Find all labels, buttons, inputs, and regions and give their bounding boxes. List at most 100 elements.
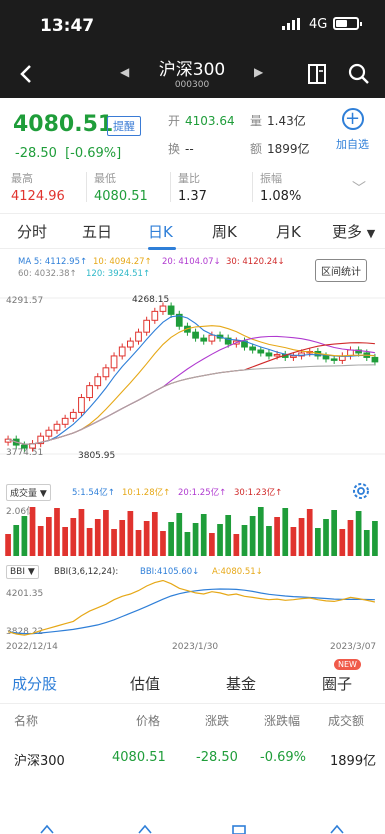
tab-funds[interactable]: 基金 bbox=[226, 673, 256, 694]
new-badge: NEW bbox=[334, 659, 361, 670]
volume-bar bbox=[119, 520, 126, 556]
tab-weekly-k[interactable]: 周K bbox=[212, 221, 237, 242]
clock: 13:47 bbox=[40, 16, 95, 36]
volume-bar bbox=[45, 517, 52, 556]
volume-bar bbox=[298, 518, 305, 556]
ma30-label: 30: 4120.24↓ bbox=[226, 257, 285, 267]
range-stats-button[interactable]: 区间统计 bbox=[315, 259, 367, 282]
col-name[interactable]: 名称 bbox=[14, 712, 38, 729]
ma30-line bbox=[7, 342, 375, 445]
market-icon[interactable] bbox=[138, 824, 152, 834]
candle bbox=[45, 429, 53, 437]
volume-selector[interactable]: 成交量 ▼ bbox=[6, 484, 51, 501]
volume-bar bbox=[37, 526, 44, 556]
volume-bar bbox=[86, 528, 93, 556]
col-price[interactable]: 价格 bbox=[136, 712, 160, 729]
vol10-label: 10:1.28亿↑ bbox=[122, 488, 171, 498]
volume-bar bbox=[306, 509, 313, 556]
volume-bar bbox=[363, 530, 370, 556]
volume-bar bbox=[257, 507, 264, 556]
bbi-selector[interactable]: BBI ▼ bbox=[6, 565, 39, 579]
plus-icon: + bbox=[341, 108, 364, 130]
volume-bar bbox=[29, 507, 36, 556]
col-amount[interactable]: 成交额 bbox=[328, 712, 364, 729]
volume-bar bbox=[347, 520, 354, 556]
candle bbox=[192, 331, 199, 339]
bbi-value: BBI:4105.60↓ bbox=[140, 567, 200, 577]
next-stock-icon[interactable]: ▶ bbox=[254, 65, 263, 79]
home-icon[interactable] bbox=[40, 824, 54, 834]
share-icon[interactable] bbox=[330, 824, 344, 834]
candle bbox=[69, 411, 77, 419]
remind-button[interactable]: 提醒 bbox=[107, 116, 141, 136]
volume-bar bbox=[241, 525, 248, 556]
candle bbox=[135, 331, 142, 342]
volume-bar bbox=[249, 516, 256, 556]
volume-chart[interactable]: 2.06亿 bbox=[0, 503, 385, 558]
candle bbox=[118, 346, 126, 357]
volume-bar bbox=[13, 525, 20, 556]
tab-five-day[interactable]: 五日 bbox=[82, 221, 112, 242]
row-price: 4080.51 bbox=[112, 750, 166, 765]
low-stat: 最低 4080.51 bbox=[94, 172, 148, 204]
quote-panel: 4080.51 提醒 -28.50 [-0.69%] 开 4103.64 量 1.4… bbox=[0, 98, 385, 210]
candle bbox=[21, 444, 28, 449]
volume-bar bbox=[94, 519, 101, 556]
tab-more[interactable]: 更多 ▼ bbox=[332, 221, 375, 242]
candle bbox=[102, 367, 110, 378]
candle bbox=[290, 355, 297, 358]
page-title: 沪深300 bbox=[158, 60, 226, 80]
kline-top-label: 4291.57 bbox=[6, 296, 43, 306]
ma5-line bbox=[7, 315, 375, 445]
volume-bar bbox=[225, 515, 232, 556]
volume-bar bbox=[160, 531, 166, 556]
volume-bar bbox=[176, 513, 183, 556]
volume-bar bbox=[323, 519, 329, 556]
volume-bar bbox=[372, 521, 378, 556]
candle bbox=[143, 319, 151, 333]
bbi-chart[interactable]: 4201.35 3828.22 bbox=[0, 580, 385, 640]
open-field: 开 4103.64 bbox=[168, 114, 235, 128]
back-icon[interactable] bbox=[12, 60, 40, 88]
volume-bar bbox=[168, 522, 174, 556]
kline-chart[interactable]: 4291.57 4268.15 3774.51 3805.95 bbox=[0, 284, 385, 474]
add-watchlist-button[interactable]: + 加自选 bbox=[336, 108, 369, 152]
tab-daily-k[interactable]: 日K bbox=[148, 221, 173, 242]
network-type: 4G bbox=[309, 17, 328, 32]
volume-bar bbox=[151, 512, 158, 556]
col-change-pct[interactable]: 涨跌幅 bbox=[264, 712, 300, 729]
settings-icon[interactable] bbox=[350, 480, 372, 502]
prev-stock-icon[interactable]: ◀ bbox=[120, 65, 129, 79]
candle bbox=[110, 355, 118, 369]
trade-icon[interactable] bbox=[232, 824, 246, 834]
turnover-field: 换 -- bbox=[168, 142, 194, 156]
tab-intraday[interactable]: 分时 bbox=[17, 221, 47, 242]
split-screen-icon[interactable] bbox=[304, 61, 330, 87]
candle bbox=[249, 346, 256, 351]
stock-code: 000300 bbox=[174, 80, 210, 90]
sub-tabs: 成分股 估值 基金 圈子 bbox=[0, 660, 385, 704]
volume-bar bbox=[54, 508, 60, 556]
volume-bar bbox=[184, 532, 191, 556]
candle bbox=[151, 310, 159, 321]
change-pct: [-0.69%] bbox=[65, 146, 122, 161]
tab-constituents[interactable]: 成分股 bbox=[12, 673, 57, 694]
chevron-down-icon[interactable]: ﹀ bbox=[352, 178, 366, 198]
volume-bar bbox=[355, 511, 362, 556]
volume-bar bbox=[70, 518, 77, 556]
col-change[interactable]: 涨跌 bbox=[205, 712, 229, 729]
search-icon[interactable] bbox=[346, 61, 372, 87]
active-tab-indicator bbox=[148, 247, 176, 250]
tab-monthly-k[interactable]: 月K bbox=[276, 221, 301, 242]
volume-bar bbox=[266, 526, 272, 556]
tab-valuation[interactable]: 估值 bbox=[130, 673, 160, 694]
ma120-label: 120: 3924.51↑ bbox=[86, 269, 151, 279]
volume-bar bbox=[217, 524, 223, 556]
row-change: -28.50 bbox=[196, 750, 238, 765]
tab-community[interactable]: 圈子 bbox=[322, 673, 352, 694]
date-start: 2022/12/14 bbox=[6, 642, 58, 652]
volume-field: 量 1.43亿 bbox=[250, 114, 306, 128]
vol5-label: 5:1.54亿↑ bbox=[72, 488, 115, 498]
signal-icon bbox=[282, 18, 300, 30]
close-line bbox=[7, 580, 376, 636]
